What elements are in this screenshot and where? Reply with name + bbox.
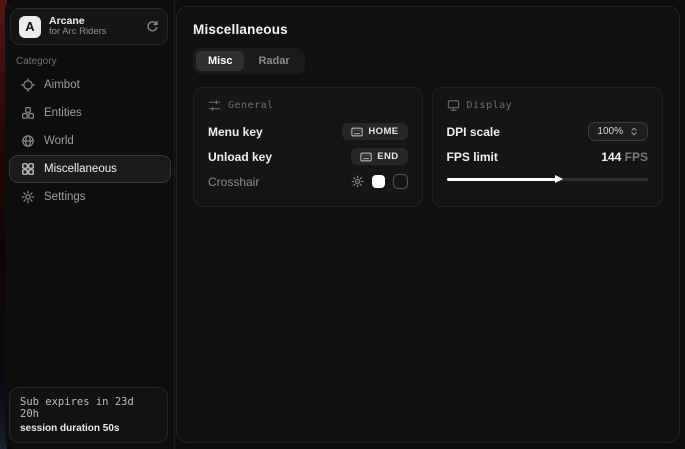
grid-icon [21,162,35,176]
sidebar-item-miscellaneous[interactable]: Miscellaneous [9,155,171,183]
fps-limit-label: FPS limit [447,150,498,164]
sidebar-nav: Aimbot Entities [9,71,171,211]
monitor-icon [447,99,460,112]
crosshair-icon [21,78,35,92]
tab-bar: Misc Radar [193,48,305,74]
dpi-scale-row: DPI scale 100% [447,120,648,143]
crosshair-settings-gear-icon[interactable] [351,175,364,188]
general-card: General Menu key HOME [193,87,423,207]
gear-icon [21,190,35,204]
fps-number: 144 [601,150,621,164]
sidebar-item-label: Aimbot [44,79,80,91]
unload-key-value: END [377,151,398,162]
menu-key-bind-button[interactable]: HOME [342,123,407,140]
sidebar-item-settings[interactable]: Settings [9,183,171,211]
globe-icon [21,134,35,148]
display-card-header: Display [447,99,648,112]
crosshair-controls [351,174,408,189]
subscription-card: Sub expires in 23d 20h session duration … [9,387,168,443]
main-panel: Miscellaneous Misc Radar General [176,6,680,443]
slider-fill [447,178,560,181]
menu-key-label: Menu key [208,125,263,139]
unload-key-bind-button[interactable]: END [351,148,407,165]
app-window: A Arcane for Arc Riders Category [5,0,685,449]
category-label: Category [16,56,57,67]
crosshair-color-swatch[interactable] [372,175,385,188]
dpi-scale-select[interactable]: 100% [588,122,648,141]
keyboard-icon [351,127,363,137]
keyboard-icon [360,152,372,162]
display-card: Display DPI scale 100% [432,87,663,207]
profile-subtitle: for Arc Riders [49,27,146,38]
fps-unit: FPS [625,150,648,164]
display-card-title: Display [467,100,513,111]
sidebar-item-label: Settings [44,191,86,203]
unload-key-row: Unload key END [208,145,408,168]
refresh-icon[interactable] [146,20,159,33]
sidebar-item-world[interactable]: World [9,127,171,155]
sliders-icon [208,99,221,112]
chevrons-up-down-icon [629,126,639,137]
sidebar-item-label: Entities [44,107,82,119]
fps-limit-slider[interactable] [447,174,648,184]
unload-key-label: Unload key [208,150,272,164]
sidebar-item-label: World [44,135,74,147]
fps-limit-row: FPS limit 144 FPS [447,145,648,168]
sidebar-item-label: Miscellaneous [44,163,117,175]
dpi-scale-value: 100% [597,126,623,137]
avatar: A [19,16,41,38]
sidebar: A Arcane for Arc Riders Category [5,0,175,449]
session-duration-text: session duration 50s [20,423,157,434]
menu-key-value: HOME [368,126,398,137]
tab-radar[interactable]: Radar [246,51,301,71]
sidebar-item-aimbot[interactable]: Aimbot [9,71,171,99]
profile-card[interactable]: A Arcane for Arc Riders [10,8,168,45]
settings-cards: General Menu key HOME [193,87,663,207]
dpi-scale-label: DPI scale [447,125,500,139]
crosshair-row: Crosshair [208,170,408,193]
sidebar-item-entities[interactable]: Entities [9,99,171,127]
crosshair-label: Crosshair [208,175,259,189]
general-card-header: General [208,99,408,112]
page-title: Miscellaneous [193,22,663,37]
menu-key-row: Menu key HOME [208,120,408,143]
general-card-title: General [228,100,274,111]
boxes-icon [21,106,35,120]
slider-thumb-icon[interactable] [554,174,564,184]
profile-text: Arcane for Arc Riders [49,15,146,38]
sub-expiry-text: Sub expires in 23d 20h [20,396,157,420]
crosshair-checkbox[interactable] [393,174,408,189]
tab-misc[interactable]: Misc [196,51,244,71]
fps-limit-value: 144 FPS [601,150,648,164]
